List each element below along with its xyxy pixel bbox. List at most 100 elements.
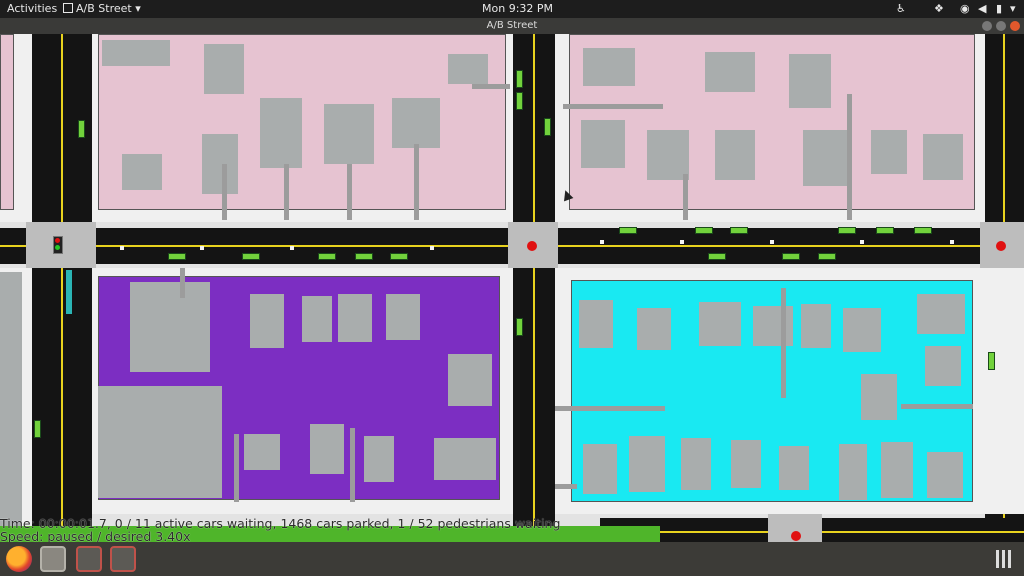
volume-icon[interactable]: ◀ bbox=[978, 2, 986, 15]
parked-car[interactable] bbox=[78, 120, 85, 138]
parked-car[interactable] bbox=[914, 227, 932, 234]
building bbox=[244, 434, 280, 470]
files-icon[interactable] bbox=[40, 546, 66, 572]
parked-car[interactable] bbox=[708, 253, 726, 260]
block-west-edge[interactable] bbox=[0, 34, 32, 222]
lane-tick bbox=[860, 240, 864, 244]
building bbox=[839, 444, 867, 500]
building bbox=[204, 44, 244, 94]
lane-center-line bbox=[61, 34, 63, 542]
block-west-edge-south[interactable] bbox=[0, 268, 32, 542]
building bbox=[779, 446, 809, 490]
driveway bbox=[555, 406, 665, 411]
building bbox=[122, 154, 162, 190]
block-selected-cyan[interactable] bbox=[555, 268, 985, 514]
window-titlebar: A/B Street bbox=[0, 18, 1024, 34]
parked-car[interactable] bbox=[516, 70, 523, 88]
driveway bbox=[347, 164, 352, 220]
show-apps-icon[interactable] bbox=[996, 550, 1014, 568]
driveway bbox=[284, 164, 289, 220]
chevron-down-icon: ▾ bbox=[131, 2, 141, 15]
lane-tick bbox=[600, 240, 604, 244]
parked-car[interactable] bbox=[34, 420, 41, 438]
building bbox=[789, 54, 831, 108]
building bbox=[250, 294, 284, 348]
lane-tick bbox=[200, 246, 204, 250]
system-top-bar: Activities A/B Street ▾ Mon 9:32 PM ♿ ❖ … bbox=[0, 0, 1024, 18]
stop-sign-icon[interactable] bbox=[527, 241, 537, 251]
building bbox=[731, 440, 761, 488]
zone-lot bbox=[0, 34, 14, 210]
parked-car[interactable] bbox=[390, 253, 408, 260]
block-southeast-corner[interactable] bbox=[985, 268, 1024, 514]
building bbox=[699, 302, 741, 346]
building bbox=[871, 130, 907, 174]
window-maximize-icon[interactable] bbox=[996, 21, 1006, 31]
lane-tick bbox=[120, 246, 124, 250]
building bbox=[448, 354, 492, 406]
building bbox=[861, 374, 897, 420]
building bbox=[386, 294, 420, 340]
parked-car[interactable] bbox=[988, 352, 995, 370]
pedestrian[interactable] bbox=[66, 270, 72, 314]
activities-button[interactable]: Activities bbox=[7, 2, 57, 15]
parked-car[interactable] bbox=[876, 227, 894, 234]
battery-icon[interactable]: ▮ bbox=[996, 2, 1002, 15]
stop-sign-icon[interactable] bbox=[791, 531, 801, 541]
map-canvas[interactable] bbox=[0, 34, 1024, 542]
parked-car[interactable] bbox=[782, 253, 800, 260]
parked-car[interactable] bbox=[168, 253, 186, 260]
block-selected-purple[interactable] bbox=[92, 268, 513, 514]
abstreet-window-icon-2[interactable] bbox=[110, 546, 136, 572]
driveway bbox=[555, 484, 577, 489]
parked-car[interactable] bbox=[355, 253, 373, 260]
dropbox-icon[interactable]: ❖ bbox=[934, 2, 944, 15]
wifi-icon[interactable]: ◉ bbox=[960, 2, 970, 15]
building bbox=[583, 48, 635, 86]
parked-car[interactable] bbox=[619, 227, 637, 234]
parked-car[interactable] bbox=[516, 318, 523, 336]
parked-car[interactable] bbox=[695, 227, 713, 234]
window-title: A/B Street bbox=[486, 20, 538, 31]
dock bbox=[0, 542, 1024, 576]
lane-tick bbox=[950, 240, 954, 244]
simulation-status: Time: 00:00:01.7, 0 / 11 active cars wai… bbox=[0, 517, 560, 543]
building bbox=[705, 52, 755, 92]
app-menu-icon bbox=[63, 3, 73, 13]
accessibility-icon[interactable]: ♿ bbox=[896, 2, 906, 15]
building bbox=[925, 346, 961, 386]
building bbox=[448, 54, 488, 84]
abstreet-window-icon-1[interactable] bbox=[76, 546, 102, 572]
window-minimize-icon[interactable] bbox=[982, 21, 992, 31]
driveway bbox=[472, 84, 510, 89]
system-menu-chevron-icon[interactable]: ▾ bbox=[1010, 2, 1016, 15]
parked-car[interactable] bbox=[818, 253, 836, 260]
parked-car[interactable] bbox=[318, 253, 336, 260]
building bbox=[260, 98, 302, 168]
firefox-icon[interactable] bbox=[6, 546, 32, 572]
lane-center-line bbox=[533, 34, 535, 542]
clock[interactable]: Mon 9:32 PM bbox=[482, 2, 553, 15]
building bbox=[629, 436, 665, 492]
window-close-icon[interactable] bbox=[1010, 21, 1020, 31]
parked-car[interactable] bbox=[242, 253, 260, 260]
building bbox=[681, 438, 711, 490]
app-menu-label: A/B Street bbox=[76, 2, 132, 15]
building bbox=[801, 304, 831, 348]
stop-sign-icon[interactable] bbox=[996, 241, 1006, 251]
building bbox=[927, 452, 963, 498]
driveway bbox=[683, 174, 688, 220]
building bbox=[923, 134, 963, 180]
app-menu[interactable]: A/B Street ▾ bbox=[63, 2, 141, 15]
building bbox=[202, 134, 238, 194]
parked-car[interactable] bbox=[516, 92, 523, 110]
block-residential-northeast[interactable] bbox=[555, 34, 985, 222]
block-residential-northwest[interactable] bbox=[92, 34, 513, 222]
building bbox=[803, 130, 847, 186]
building bbox=[338, 294, 372, 342]
parked-car[interactable] bbox=[730, 227, 748, 234]
parked-car[interactable] bbox=[838, 227, 856, 234]
building bbox=[434, 438, 496, 480]
building bbox=[302, 296, 332, 342]
parked-car[interactable] bbox=[544, 118, 551, 136]
